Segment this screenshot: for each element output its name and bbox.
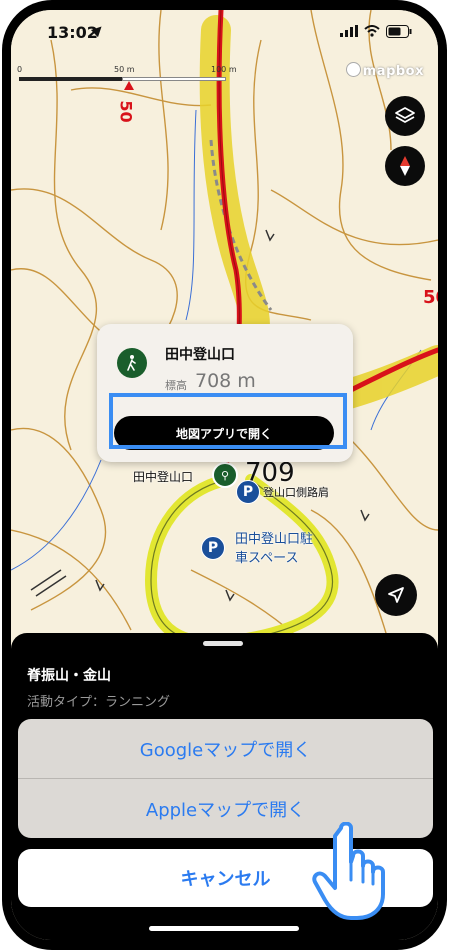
scale-label-50: 50 m [114, 65, 135, 74]
parking-label-line1: 田中登山口駐 [235, 532, 314, 547]
screen: 50 50 13:02 0 50 m 100 m mapbox [11, 10, 438, 940]
status-bar: 13:02 [11, 10, 438, 54]
compass-button[interactable] [385, 146, 425, 186]
contour-label-2: 50 [423, 287, 438, 308]
home-indicator [149, 926, 299, 931]
locate-button[interactable] [375, 574, 417, 616]
sheet-title: 脊振山・金山 [27, 668, 111, 684]
battery-icon [386, 24, 412, 38]
scale-bar: 0 50 m 100 m [17, 65, 237, 95]
tap-hand-icon [312, 822, 385, 920]
layers-button[interactable] [385, 96, 425, 136]
compass-icon [400, 156, 410, 176]
open-google-maps-button[interactable]: Googleマップで開く [18, 719, 433, 778]
side-parking-label: 登山口側路肩 [263, 486, 329, 499]
sheet-subtitle: 活動タイプ：ランニング [27, 695, 171, 710]
hiker-icon [117, 348, 147, 378]
sheet-handle[interactable] [203, 641, 243, 646]
scale-label-100: 100 m [211, 65, 237, 74]
location-arrow-icon [388, 587, 404, 603]
highlight-box [109, 393, 347, 449]
elevation-label: 標高 [165, 379, 187, 392]
popup-title: 田中登山口 [165, 347, 235, 363]
scale-bar-line [19, 77, 122, 81]
status-icons [340, 24, 412, 38]
status-time: 13:02 [47, 23, 98, 42]
scale-label-0: 0 [17, 65, 23, 74]
parking-label-line2: 車スペース [235, 551, 299, 566]
elevation-value: 708 m [195, 370, 256, 392]
phone-frame: 50 50 13:02 0 50 m 100 m mapbox [2, 0, 447, 950]
mapbox-logo: mapbox [345, 62, 424, 79]
signal-icon [340, 25, 358, 37]
parking-pin-2[interactable]: P [201, 536, 225, 560]
wifi-icon [364, 25, 380, 37]
trailhead-label: 田中登山口 [133, 470, 194, 484]
action-sheet-group: Googleマップで開く Appleマップで開く [18, 719, 433, 838]
mapbox-icon [345, 62, 361, 77]
layers-icon [395, 107, 415, 123]
hiker-icon: ⚲ [220, 468, 230, 482]
trailhead-marker[interactable]: ⚲ [212, 462, 238, 488]
parking-pin-1[interactable]: P [236, 480, 260, 504]
contour-label-1: 50 [116, 100, 136, 123]
